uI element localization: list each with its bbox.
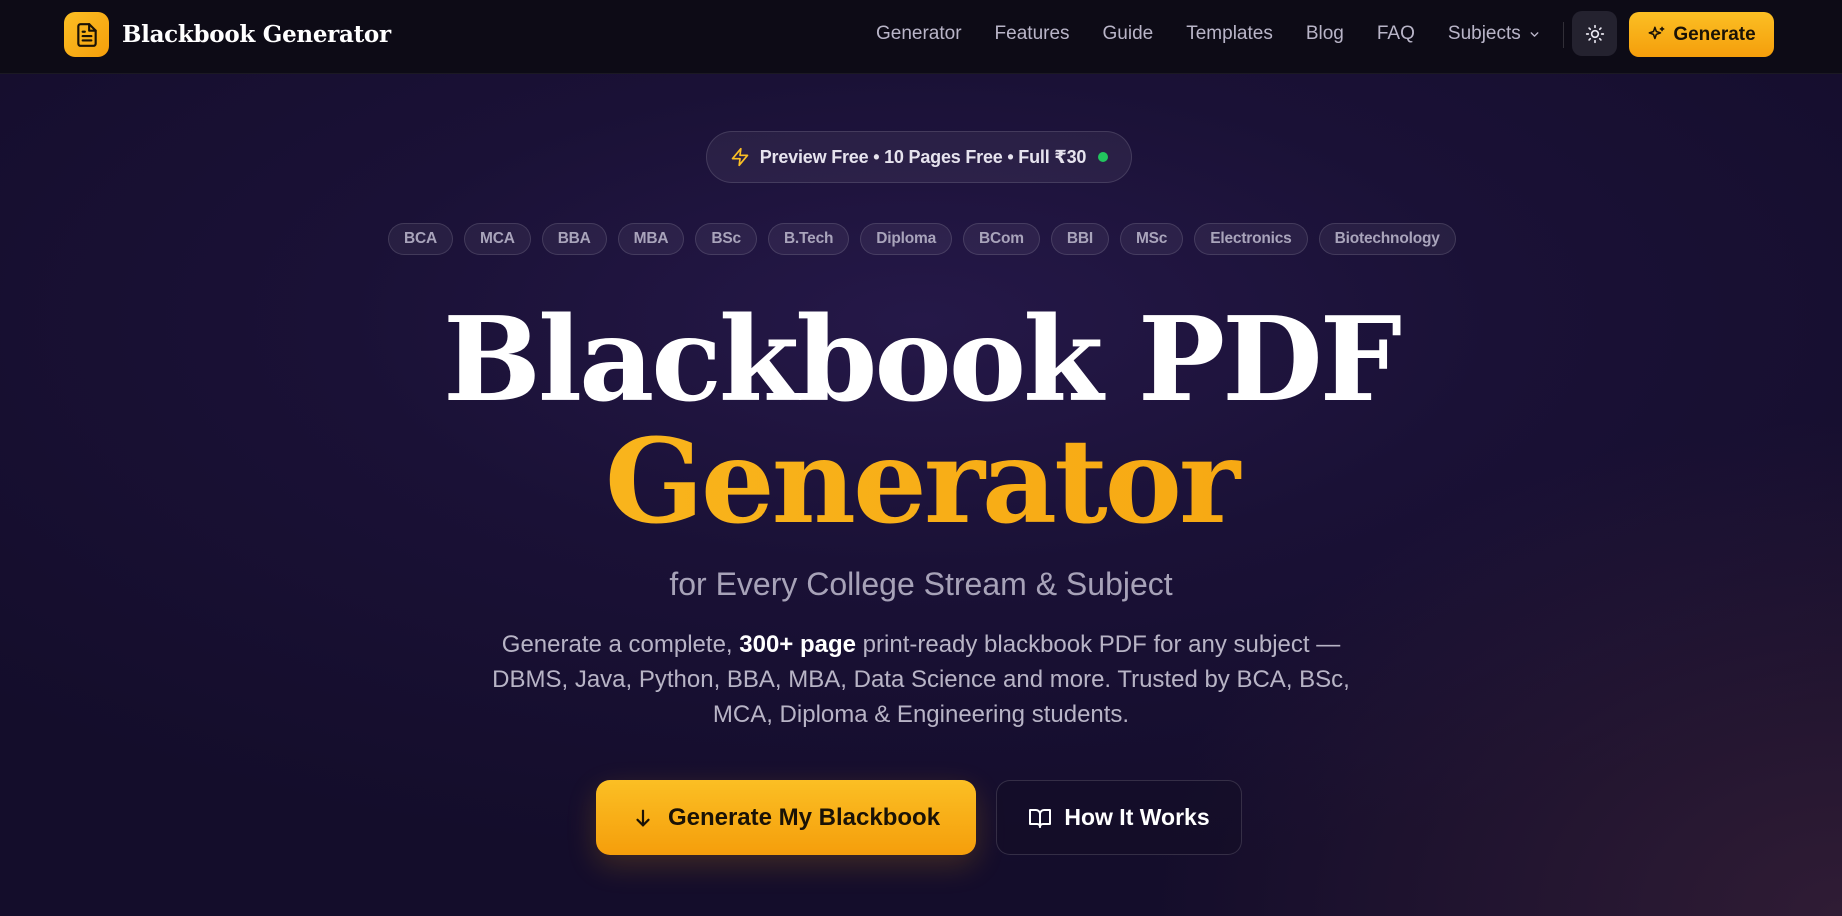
nav-link-guide[interactable]: Guide bbox=[1103, 23, 1154, 45]
hero-description: Generate a complete, 300+ page print-rea… bbox=[471, 627, 1371, 732]
brand-name: Blackbook Generator bbox=[122, 21, 391, 48]
stream-pill[interactable]: Biotechnology bbox=[1318, 223, 1456, 255]
generate-button-label: Generate bbox=[1673, 23, 1756, 45]
document-icon bbox=[64, 12, 109, 57]
hero-subtitle: for Every College Stream & Subject bbox=[669, 566, 1173, 602]
theme-toggle-button[interactable] bbox=[1572, 11, 1617, 56]
promo-badge: Preview Free • 10 Pages Free • Full ₹30 bbox=[706, 131, 1132, 183]
stream-pill[interactable]: Electronics bbox=[1194, 223, 1308, 255]
how-it-works-label: How It Works bbox=[1064, 804, 1210, 830]
stream-pill[interactable]: MCA bbox=[463, 223, 531, 255]
stream-pill[interactable]: BSc bbox=[695, 223, 757, 255]
generate-button[interactable]: Generate bbox=[1629, 12, 1774, 57]
stream-pill[interactable]: BBA bbox=[541, 223, 607, 255]
stream-pill[interactable]: B.Tech bbox=[767, 223, 850, 255]
how-it-works-button[interactable]: How It Works bbox=[996, 780, 1242, 855]
nav-divider bbox=[1563, 22, 1564, 48]
generate-blackbook-button[interactable]: Generate My Blackbook bbox=[596, 780, 976, 855]
chevron-down-icon bbox=[1530, 31, 1539, 37]
nav-link-blog[interactable]: Blog bbox=[1306, 23, 1344, 45]
promo-text: Preview Free • 10 Pages Free • Full ₹30 bbox=[759, 146, 1087, 167]
nav-link-faq[interactable]: FAQ bbox=[1377, 23, 1415, 45]
stream-pills: BCA MCA BBA MBA BSc B.Tech Diploma BCom … bbox=[388, 223, 1467, 255]
brand-logo[interactable]: Blackbook Generator bbox=[64, 12, 391, 57]
generate-blackbook-label: Generate My Blackbook bbox=[667, 803, 941, 831]
nav-subjects-dropdown[interactable]: Subjects bbox=[1448, 23, 1541, 45]
hero-title-line1: Blackbook PDF bbox=[442, 292, 1402, 428]
desc-highlight: 300+ page bbox=[739, 631, 856, 658]
book-open-icon bbox=[1029, 808, 1052, 828]
arrow-down-icon bbox=[636, 809, 650, 826]
nav-link-features[interactable]: Features bbox=[995, 23, 1070, 45]
sparkles-icon bbox=[1648, 26, 1665, 40]
stream-pill[interactable]: MBA bbox=[617, 223, 685, 255]
nav-subjects-label: Subjects bbox=[1447, 23, 1521, 44]
stream-pill[interactable]: BCA bbox=[388, 223, 453, 255]
stream-pill[interactable]: BCom bbox=[963, 223, 1040, 255]
status-dot bbox=[1098, 152, 1109, 162]
stream-pill[interactable]: Diploma bbox=[860, 223, 953, 255]
top-nav: Blackbook Generator Generator Features G… bbox=[0, 0, 1842, 74]
nav-link-templates[interactable]: Templates bbox=[1186, 23, 1273, 45]
nav-links: Generator Features Guide Templates Blog … bbox=[876, 0, 1541, 68]
nav-link-generator[interactable]: Generator bbox=[876, 23, 962, 45]
hero-title-line2: Generator bbox=[0, 412, 1842, 552]
desc-prefix: Generate a complete, bbox=[501, 631, 740, 658]
stream-pill[interactable]: MSc bbox=[1119, 223, 1184, 255]
sun-icon bbox=[1585, 24, 1604, 43]
stream-pill[interactable]: BBI bbox=[1050, 223, 1109, 255]
lightning-icon bbox=[731, 147, 749, 167]
